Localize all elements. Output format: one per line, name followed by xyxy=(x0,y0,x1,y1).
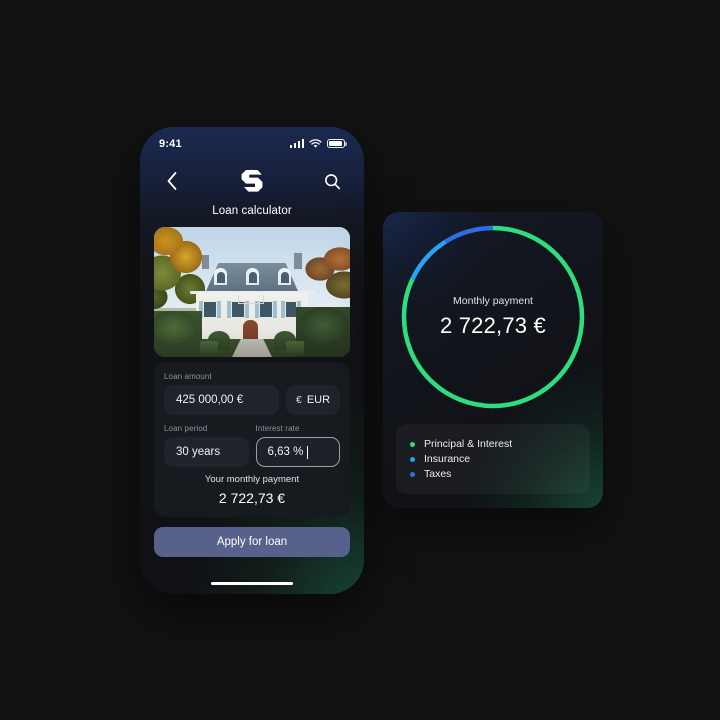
donut-center-text: Monthly payment 2 722,73 € xyxy=(400,295,586,339)
cellular-signal-icon xyxy=(289,139,304,148)
loan-period-group: Loan period 30 years xyxy=(164,424,249,467)
summary-value: 2 722,73 € xyxy=(218,490,286,506)
loan-amount-row: 425 000,00 € € EUR xyxy=(164,385,340,415)
chevron-left-icon xyxy=(167,172,177,190)
currency-select[interactable]: € EUR xyxy=(286,385,340,415)
summary-label: Your monthly payment xyxy=(204,474,300,485)
euro-symbol-icon: € xyxy=(295,394,302,406)
phone-mockup: 9:41 Loan calculator Loan amount 425 000… xyxy=(140,127,364,594)
list-item[interactable]: Taxes xyxy=(410,468,576,480)
home-indicator xyxy=(211,581,293,585)
donut-chart: Monthly payment 2 722,73 € xyxy=(400,224,586,410)
status-bar: 9:41 xyxy=(140,127,364,157)
interest-rate-input[interactable]: 6,63 % xyxy=(255,437,340,467)
legend-dot-icon xyxy=(410,441,415,447)
list-item[interactable]: Principal & Interest xyxy=(410,438,576,450)
back-button[interactable] xyxy=(159,168,185,194)
legend-dot-icon xyxy=(410,456,415,462)
monthly-payment-summary: Your monthly payment 2 722,73 € xyxy=(154,465,350,517)
loan-amount-label: Loan amount xyxy=(164,372,212,381)
s-logo-icon xyxy=(241,170,263,192)
list-item[interactable]: Insurance xyxy=(410,453,576,465)
interest-rate-label: Interest rate xyxy=(255,424,300,433)
loan-period-input[interactable]: 30 years xyxy=(164,437,249,467)
legend: Principal & Interest Insurance Taxes xyxy=(396,424,590,494)
donut-label: Monthly payment xyxy=(453,295,533,307)
legend-label: Insurance xyxy=(424,453,471,465)
legend-dot-icon xyxy=(410,471,415,477)
payment-breakdown-panel: Monthly payment 2 722,73 € Principal & I… xyxy=(383,212,603,508)
house-photo xyxy=(154,227,350,357)
currency-code: EUR xyxy=(306,394,331,406)
loan-amount-input[interactable]: 425 000,00 € xyxy=(164,385,279,415)
donut-value: 2 722,73 € xyxy=(440,313,546,338)
status-time: 9:41 xyxy=(159,137,182,150)
battery-icon xyxy=(327,138,347,149)
page-title: Loan calculator xyxy=(212,205,292,217)
legend-label: Principal & Interest xyxy=(424,438,513,450)
nav-bar xyxy=(140,161,364,201)
search-icon xyxy=(324,173,340,189)
wifi-icon xyxy=(309,138,322,148)
search-button[interactable] xyxy=(319,168,345,194)
loan-form-card: Loan amount 425 000,00 € € EUR Loan peri… xyxy=(154,362,350,517)
interest-rate-value: 6,63 % xyxy=(267,446,304,458)
period-rate-row: Loan period 30 years Interest rate 6,63 … xyxy=(164,424,340,467)
apply-for-loan-button[interactable]: Apply for loan xyxy=(154,527,350,557)
status-icons xyxy=(289,138,347,149)
legend-label: Taxes xyxy=(424,468,452,480)
interest-rate-group: Interest rate 6,63 % xyxy=(255,424,340,467)
text-cursor xyxy=(307,445,309,459)
loan-period-label: Loan period xyxy=(164,424,208,433)
